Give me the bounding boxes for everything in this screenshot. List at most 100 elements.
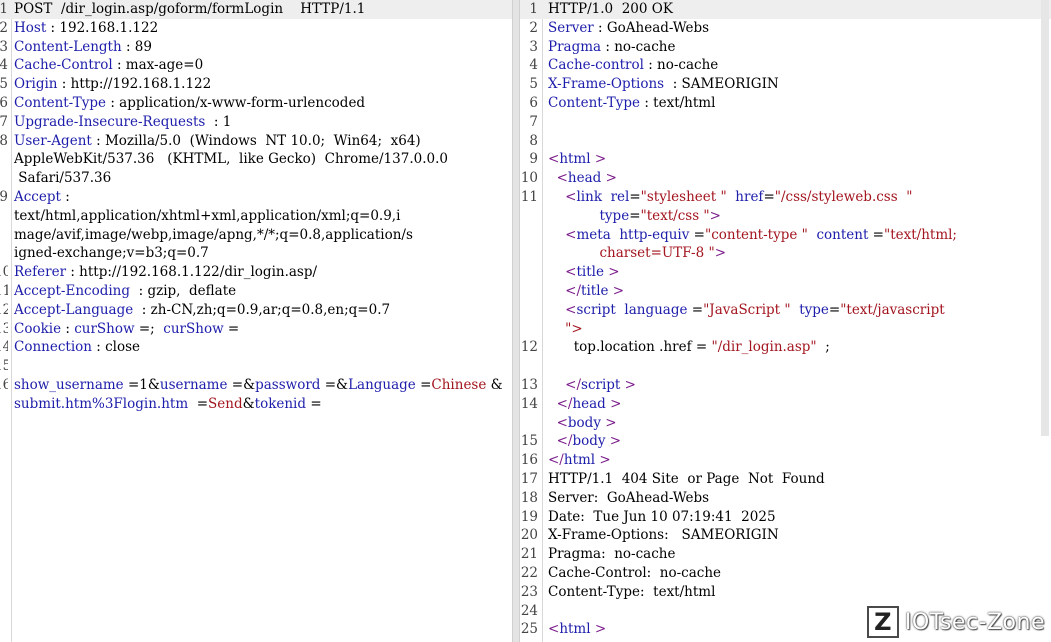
request-lines[interactable]: 1 POST /dir_login.asp/goform/formLogin HT… [0, 0, 512, 414]
request-line[interactable]: submit.htm%3Flogin.htm =Send&tokenid = [0, 395, 512, 414]
request-line[interactable]: 10 Referer : http://192.168.1.122/dir_log… [0, 263, 512, 282]
request-line[interactable]: AppleWebKit/537.36 (KHTML, like Gecko) C… [0, 150, 512, 169]
response-line[interactable]: 8 [520, 132, 1051, 151]
token: content [816, 226, 869, 243]
request-line[interactable]: Safari/537.36 [0, 169, 512, 188]
line-text: <script language ="JavaScript " type="te… [548, 301, 944, 320]
response-line[interactable]: 23 Content-Type: text/html [520, 583, 1051, 602]
response-line[interactable]: 22 Cache-Control: no-cache [520, 564, 1051, 583]
token: submit.htm%3Flogin.htm [14, 395, 189, 412]
response-line[interactable]: type="text/css "> [520, 207, 1051, 226]
line-number: 7 [529, 113, 538, 130]
pane-splitter[interactable] [512, 0, 520, 642]
token: > [603, 264, 620, 281]
token: = [691, 339, 712, 356]
request-editor-pane[interactable]: 1 POST /dir_login.asp/goform/formLogin HT… [0, 0, 512, 642]
request-line[interactable]: 1 POST /dir_login.asp/goform/formLogin HT… [0, 0, 512, 19]
response-editor-pane[interactable]: 1 HTTP/1.0 200 OK 2 Server : GoAhead-Webs 3 P… [520, 0, 1051, 642]
token: charset=UTF-8 " [599, 245, 715, 262]
line-text: Content-Type: text/html [548, 583, 715, 602]
line-text: <title > [548, 263, 620, 282]
response-lines[interactable]: 1 HTTP/1.0 200 OK 2 Server : GoAhead-Webs 3 P… [520, 0, 1051, 639]
token: </ [548, 282, 582, 299]
token: > [595, 452, 611, 469]
request-line[interactable]: 9 Accept : [0, 188, 512, 207]
request-line[interactable]: 7 Upgrade-Insecure-Requests : 1 [0, 113, 512, 132]
response-line[interactable]: <title > [520, 263, 1051, 282]
line-number: 11 [0, 282, 8, 299]
response-scrollbar[interactable] [1041, 0, 1049, 436]
token: show_username [14, 376, 124, 393]
line-text: <body > [548, 414, 617, 433]
request-line[interactable]: text/html,application/xhtml+xml,applicat… [0, 207, 512, 226]
request-line[interactable]: 14 Connection : close [0, 338, 512, 357]
request-line[interactable]: igned-exchange;v=b3;q=0.7 [0, 244, 512, 263]
request-line[interactable]: 11 Accept-Encoding : gzip, deflate [0, 282, 512, 301]
line-number: 18 [520, 489, 538, 506]
request-line[interactable]: 4 Cache-Control : max-age=0 [0, 56, 512, 75]
request-line[interactable]: 16show_username =1&username =&password =… [0, 376, 512, 395]
response-line[interactable]: charset=UTF-8 "> [520, 244, 1051, 263]
line-text: Connection : close [14, 338, 140, 357]
request-line[interactable]: 3 Content-Length : 89 [0, 38, 512, 57]
line-number: 3 [529, 38, 538, 55]
token: : no-cache [601, 38, 676, 55]
line-text: <html > [548, 620, 606, 639]
response-line[interactable]: 9 <html > [520, 150, 1051, 169]
response-line[interactable]: 15 </body > [520, 432, 1051, 451]
response-line[interactable]: 10 <head > [520, 169, 1051, 188]
response-line[interactable]: 12 top.location .href = "/dir_login.asp"… [520, 338, 1051, 357]
request-line[interactable]: 2 Host : 192.168.1.122 [0, 19, 512, 38]
line-text: POST /dir_login.asp/goform/formLogin HTT… [14, 0, 365, 19]
response-line[interactable]: <script language ="JavaScript " type="te… [520, 301, 1051, 320]
request-line[interactable]: 15 [0, 357, 512, 376]
response-line[interactable]: <meta http-equiv ="content-type " conten… [520, 226, 1051, 245]
token: rel [610, 188, 630, 205]
token: > [600, 414, 617, 431]
token: =; [134, 320, 164, 337]
response-line[interactable]: 19 Date: Tue Jun 10 07:19:41 2025 [520, 508, 1051, 527]
request-line[interactable]: 5 Origin : http://192.168.1.122 [0, 75, 512, 94]
response-line[interactable]: 2 Server : GoAhead-Webs [520, 19, 1051, 38]
line-number: 9 [0, 188, 8, 205]
response-line[interactable]: 6 Content-Type : text/html [520, 94, 1051, 113]
line-text: <meta http-equiv ="content-type " conten… [548, 226, 957, 245]
response-line[interactable]: 14 </head > [520, 395, 1051, 414]
token: : application/x-www-form-urlencoded [106, 94, 366, 111]
response-line[interactable]: 20 X-Frame-Options: SAMEORIGIN [520, 526, 1051, 545]
response-line[interactable]: 17 HTTP/1.1 404 Site or Page Not Found [520, 470, 1051, 489]
request-line[interactable]: 8 User-Agent : Mozilla/5.0 (Windows NT 10… [0, 132, 512, 151]
response-line[interactable]: 7 [520, 113, 1051, 132]
response-line[interactable]: 16 </html > [520, 451, 1051, 470]
request-line[interactable]: 13 Cookie : curShow =; curShow = [0, 320, 512, 339]
token: : 192.168.1.122 [46, 19, 159, 36]
response-line[interactable]: 13 </script > [520, 376, 1051, 395]
line-number: 16 [520, 452, 538, 469]
token: < [548, 621, 560, 638]
request-line[interactable]: mage/avif,image/webp,image/apng,*/*;q=0.… [0, 226, 512, 245]
token: Content-Type: text/html [548, 583, 716, 600]
token: Referer [14, 264, 67, 281]
response-line[interactable]: 3 Pragma : no-cache [520, 38, 1051, 57]
line-text: submit.htm%3Flogin.htm =Send&tokenid = [14, 395, 322, 414]
response-line[interactable]: 1 HTTP/1.0 200 OK [520, 0, 1051, 19]
token: < [548, 301, 577, 318]
line-text: <link rel="stylesheet " href="/css/style… [548, 188, 912, 207]
response-line[interactable]: 4 Cache-control : no-cache [520, 56, 1051, 75]
response-line[interactable]: 18 Server: GoAhead-Webs [520, 489, 1051, 508]
request-line[interactable]: 12 Accept-Language : zh-CN,zh;q=0.9,ar;q=… [0, 301, 512, 320]
token: User-Agent [14, 132, 92, 149]
token: > [601, 170, 617, 187]
response-line[interactable]: </title > [520, 282, 1051, 301]
line-text: type="text/css "> [548, 207, 721, 226]
response-line[interactable]: 21 Pragma: no-cache [520, 545, 1051, 564]
response-line[interactable]: 11 <link rel="stylesheet " href="/css/st… [520, 188, 1051, 207]
response-line[interactable]: <body > [520, 414, 1051, 433]
token: "content-type " [704, 226, 808, 243]
response-line[interactable]: "> [520, 320, 1051, 339]
request-line[interactable]: 6 Content-Type : application/x-www-form-u… [0, 94, 512, 113]
response-line[interactable] [520, 357, 1051, 376]
response-line[interactable]: 5 X-Frame-Options : SAMEORIGIN [520, 75, 1051, 94]
